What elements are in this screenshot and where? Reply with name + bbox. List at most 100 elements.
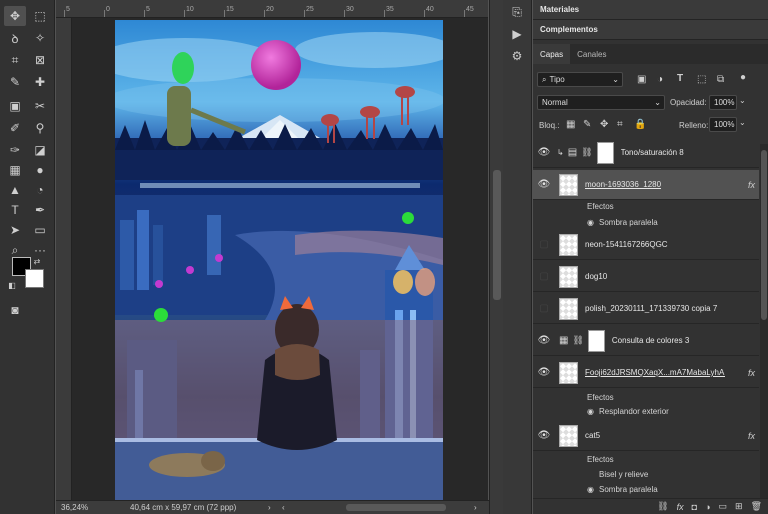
layer-name[interactable]: moon-1693036_1280 <box>585 180 661 189</box>
opacity-chevron-icon[interactable]: ⌄ <box>739 96 746 105</box>
filter-adjust-icon[interactable]: ◑ <box>657 74 663 85</box>
tab-canales[interactable]: Canales <box>570 44 613 64</box>
delete-layer-icon[interactable]: 🗑 <box>751 501 762 512</box>
swap-colors-icon[interactable]: ⇄ <box>31 256 43 266</box>
link-layers-icon[interactable]: ⛓ <box>657 501 668 512</box>
layer-name[interactable]: Tono/saturación 8 <box>621 148 684 157</box>
visibility-eye-icon[interactable]: 👁 <box>533 170 555 200</box>
document-canvas[interactable] <box>115 20 443 500</box>
blur-tool-icon[interactable]: ● <box>29 160 51 180</box>
clone-stamp-tool-icon[interactable]: ⚲ <box>29 118 51 138</box>
pen-tool-icon[interactable]: ✒ <box>29 200 51 220</box>
layer-row[interactable]: 👁 ▦ ⛓ Consulta de colores 3 <box>533 326 759 356</box>
history-brush-tool-icon[interactable]: ✑ <box>4 140 26 160</box>
dodge-tool-icon[interactable]: ◔ <box>29 180 51 200</box>
new-layer-icon[interactable]: ⊞ <box>735 501 743 512</box>
layer-row[interactable]: ▢ polish_20230111_171339730 copia 7 <box>533 294 759 324</box>
fx-icon[interactable]: fx <box>748 180 755 190</box>
lock-all-icon[interactable]: 🔒 <box>634 119 646 130</box>
filter-toggle-icon[interactable]: ● <box>740 72 746 83</box>
layer-name[interactable]: Consulta de colores 3 <box>612 336 689 345</box>
brush-tool-icon[interactable]: ✐ <box>4 118 26 138</box>
add-mask-icon[interactable]: ◘ <box>692 502 697 512</box>
add-style-icon[interactable]: fx <box>677 502 684 512</box>
lasso-tool-icon[interactable]: ꝺ <box>4 28 26 48</box>
layer-row-selected[interactable]: 👁 moon-1693036_1280 fx <box>533 170 759 200</box>
complementos-panel-header[interactable]: Complementos <box>533 20 768 40</box>
visibility-eye-off-icon[interactable]: ▢ <box>533 262 555 292</box>
new-group-icon[interactable]: ▭ <box>719 501 728 512</box>
layer-name[interactable]: cat5 <box>585 431 600 440</box>
lock-position-icon[interactable]: ✥ <box>600 119 608 130</box>
default-colors-icon[interactable]: ◧ <box>6 280 18 290</box>
properties-icon[interactable]: ⚙ <box>506 46 528 66</box>
layer-filter-select[interactable]: ⌕ Tipo ⌄ <box>537 72 623 87</box>
layer-name[interactable]: Fooji62dJRSMQXaqX...mA7MabaLyhADxR... <box>585 368 725 377</box>
shape-tool-icon[interactable]: ▭ <box>29 220 51 240</box>
opacity-input[interactable]: 100% <box>709 95 737 110</box>
background-color-swatch[interactable] <box>25 269 44 288</box>
scroll-right-icon[interactable]: › <box>474 503 477 512</box>
visibility-eye-icon[interactable]: 👁 <box>533 421 555 451</box>
canvas-vertical-scrollbar[interactable] <box>489 0 503 514</box>
move-tool-icon[interactable]: ✥ <box>4 6 26 26</box>
canvas-area[interactable]: 5 0 5 10 15 20 25 30 35 40 45 <box>56 0 488 500</box>
marquee-tool-icon[interactable]: ⬚ <box>29 6 51 26</box>
history-panel-icon[interactable]: ⎘ <box>506 2 528 22</box>
effect-eye-icon[interactable]: ◉ <box>587 485 594 494</box>
filter-smart-icon[interactable]: ⧉ <box>717 74 724 85</box>
eraser-tool-icon[interactable]: ◪ <box>29 140 51 160</box>
layer-name[interactable]: polish_20230111_171339730 copia 7 <box>585 304 717 313</box>
layers-scroll-thumb[interactable] <box>761 150 767 320</box>
layer-name[interactable]: neon-1541167266QGC <box>585 240 668 249</box>
eyedropper-tool-icon[interactable]: ✎ <box>4 72 26 92</box>
frame-select-icon[interactable]: ▣ <box>4 96 26 116</box>
blend-mode-select[interactable]: Normal ⌄ <box>537 95 665 110</box>
effect-sombra[interactable]: Sombra paralela <box>599 485 658 494</box>
crop-tool-icon[interactable]: ⌗ <box>4 50 26 70</box>
horizontal-scroll-thumb[interactable] <box>346 504 446 511</box>
layer-row[interactable]: 👁 ↳ ▤ ⛓ Tono/saturación 8 <box>533 138 759 168</box>
visibility-eye-off-icon[interactable]: ▢ <box>533 294 555 324</box>
effect-resplandor[interactable]: Resplandor exterior <box>599 407 669 416</box>
effect-sombra[interactable]: Sombra paralela <box>599 218 658 227</box>
materiales-panel-header[interactable]: Materiales <box>533 0 768 20</box>
zoom-level[interactable]: 36,24% <box>56 503 116 512</box>
frame-tool-icon[interactable]: ⊠ <box>29 50 51 70</box>
actions-play-icon[interactable]: ▶ <box>506 24 528 44</box>
layer-row[interactable]: ▢ neon-1541167266QGC <box>533 230 759 260</box>
path-select-tool-icon[interactable]: ➤ <box>4 220 26 240</box>
filter-image-icon[interactable]: ▣ <box>637 74 646 85</box>
quick-mask-icon[interactable]: ◙ <box>4 300 26 320</box>
effect-eye-icon[interactable]: ◉ <box>587 407 594 416</box>
lock-artboard-icon[interactable]: ⌗ <box>617 119 623 130</box>
layer-row[interactable]: 👁 Fooji62dJRSMQXaqX...mA7MabaLyhADxR... … <box>533 358 759 388</box>
scissors-icon[interactable]: ✂ <box>29 96 51 116</box>
scroll-thumb[interactable] <box>493 170 501 300</box>
effect-bisel[interactable]: Bisel y relieve <box>599 470 648 479</box>
layer-row[interactable]: ▢ dog10 <box>533 262 759 292</box>
layer-name[interactable]: dog10 <box>585 272 607 281</box>
layers-scrollbar[interactable] <box>760 144 768 500</box>
scroll-left-icon[interactable]: ‹ <box>282 503 285 512</box>
fx-icon[interactable]: fx <box>748 368 755 378</box>
type-tool-icon[interactable]: T <box>4 200 26 220</box>
layer-row[interactable]: 👁 cat5 fx <box>533 421 759 451</box>
visibility-eye-icon[interactable]: 👁 <box>533 326 555 356</box>
status-chevron-icon[interactable]: › <box>268 503 271 512</box>
fx-icon[interactable]: fx <box>748 431 755 441</box>
gradient-tool-icon[interactable]: ▦ <box>4 160 26 180</box>
lock-paint-icon[interactable]: ✎ <box>583 119 591 130</box>
sharpen-tool-icon[interactable]: ▲ <box>4 180 26 200</box>
visibility-eye-icon[interactable]: 👁 <box>533 358 555 388</box>
new-adjustment-icon[interactable]: ◑ <box>705 502 710 512</box>
visibility-eye-icon[interactable]: 👁 <box>533 138 555 168</box>
filter-shape-icon[interactable]: ⬚ <box>697 74 706 85</box>
filter-type-icon[interactable]: T <box>677 73 683 84</box>
tab-capas[interactable]: Capas <box>533 44 571 64</box>
effect-eye-icon[interactable]: ◉ <box>587 218 594 227</box>
fill-input[interactable]: 100% <box>709 117 737 132</box>
healing-brush-tool-icon[interactable]: ✚ <box>29 72 51 92</box>
visibility-eye-off-icon[interactable]: ▢ <box>533 230 555 260</box>
fill-chevron-icon[interactable]: ⌄ <box>739 118 746 127</box>
